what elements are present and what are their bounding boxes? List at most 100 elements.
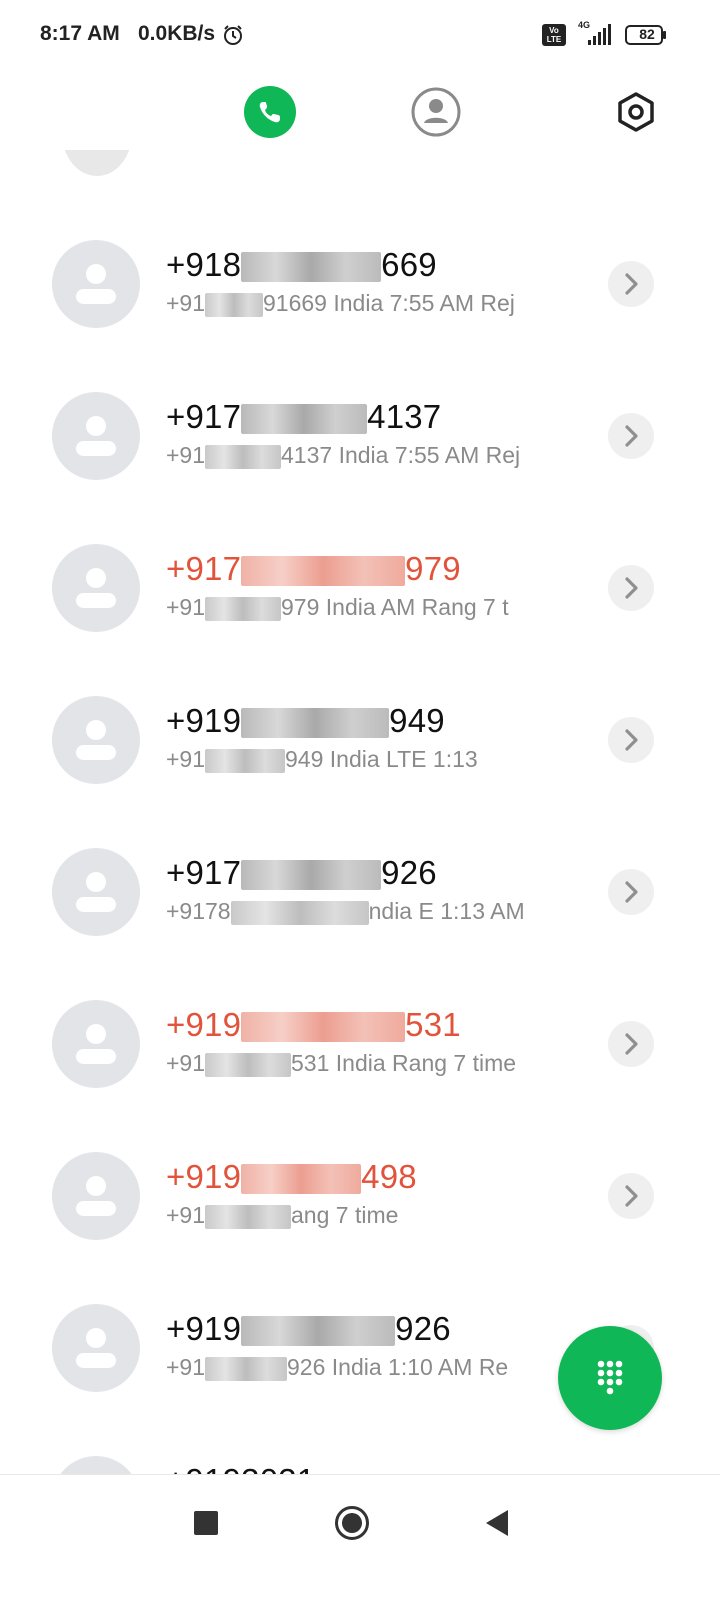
tab-settings[interactable] xyxy=(610,86,662,138)
call-detail-button[interactable] xyxy=(608,717,654,763)
caller-number: +919 949 xyxy=(166,702,445,740)
call-detail-button[interactable] xyxy=(608,261,654,307)
redacted-digits xyxy=(241,252,382,283)
caller-number-prefix: +918 xyxy=(166,246,242,283)
avatar[interactable] xyxy=(52,1304,140,1392)
recents-icon[interactable] xyxy=(194,1511,218,1535)
status-time: 8:17 AM xyxy=(40,22,120,45)
avatar[interactable] xyxy=(52,392,140,480)
volte-icon: Vo LTE xyxy=(542,24,566,46)
call-detail-button[interactable] xyxy=(608,869,654,915)
back-icon[interactable] xyxy=(484,1508,510,1538)
call-details: +91 91669 India 7:55 AM Rej xyxy=(166,290,572,317)
avatar[interactable] xyxy=(52,240,140,328)
caller-number-suffix: 926 xyxy=(395,1310,451,1347)
person-icon xyxy=(76,264,116,304)
redacted-digits xyxy=(241,1164,362,1195)
redacted-digits xyxy=(205,1052,292,1077)
gear-icon xyxy=(618,92,654,132)
battery-level: 82 xyxy=(639,26,655,42)
call-log-row[interactable]: +919 949 +91 949 India LTE 1:13 xyxy=(0,664,720,816)
avatar[interactable] xyxy=(52,1000,140,1088)
person-icon xyxy=(76,1328,116,1368)
caller-number-suffix: 531 xyxy=(405,1006,461,1043)
caller-number: +918 669 xyxy=(166,246,437,284)
call-log-row[interactable]: +919 531 +91 531 India Rang 7 time xyxy=(0,968,720,1120)
call-details-suffix: 531 India Rang 7 time xyxy=(291,1050,517,1076)
call-details-suffix: 926 India 1:10 AM Re xyxy=(287,1354,509,1380)
avatar[interactable] xyxy=(52,544,140,632)
caller-number-suffix: 979 xyxy=(405,550,461,587)
navigation-bar xyxy=(0,1474,720,1600)
redacted-digits xyxy=(241,556,406,587)
dialpad-button[interactable] xyxy=(558,1326,662,1430)
caller-number: +919 498 xyxy=(166,1158,417,1196)
avatar[interactable] xyxy=(52,1456,140,1474)
redacted-digits xyxy=(241,404,368,435)
caller-number-suffix: 926 xyxy=(381,854,437,891)
call-details: +9178 ndia E 1:13 AM xyxy=(166,898,572,925)
call-log-list[interactable]: +918 669 +91 91669 India 7:55 AM Rej +917 413… xyxy=(0,150,720,1474)
call-details-prefix: +91 xyxy=(166,1202,206,1228)
caller-number: +917 926 xyxy=(166,854,437,892)
caller-number-prefix: +919 xyxy=(166,1462,241,1474)
caller-number: +917 4137 xyxy=(166,398,441,436)
call-details-prefix: +91 xyxy=(166,594,206,620)
avatar[interactable] xyxy=(52,848,140,936)
redacted-digits xyxy=(230,900,369,925)
redacted-digits xyxy=(241,708,390,739)
person-icon xyxy=(76,720,116,760)
avatar[interactable] xyxy=(52,696,140,784)
home-icon[interactable] xyxy=(334,1505,370,1541)
redacted-digits xyxy=(205,1356,288,1381)
chevron-right-icon xyxy=(625,881,638,903)
chevron-right-icon xyxy=(625,1033,638,1055)
network-type: 4G xyxy=(578,20,590,30)
call-details: +91 531 India Rang 7 time xyxy=(166,1050,572,1077)
tab-phone[interactable] xyxy=(244,86,296,138)
caller-number: +919 926 xyxy=(166,1310,451,1348)
chevron-right-icon xyxy=(625,577,638,599)
person-icon xyxy=(76,1176,116,1216)
call-details-prefix: +91 xyxy=(166,290,206,316)
call-log-row[interactable]: +917 4137 +91 4137 India 7:55 AM Rej xyxy=(0,360,720,512)
call-details: +91 979 India AM Rang 7 t xyxy=(166,594,572,621)
caller-number: +919 531 xyxy=(166,1006,461,1044)
call-log-row[interactable]: +917 926 +9178 ndia E 1:13 AM xyxy=(0,816,720,968)
call-detail-button[interactable] xyxy=(608,1173,654,1219)
caller-number-prefix: +917 xyxy=(166,550,242,587)
avatar[interactable] xyxy=(52,1152,140,1240)
chevron-right-icon xyxy=(625,729,638,751)
chevron-right-icon xyxy=(625,425,638,447)
call-log-row[interactable]: +918 669 +91 91669 India 7:55 AM Rej xyxy=(0,208,720,360)
call-details: +91 4137 India 7:55 AM Rej xyxy=(166,442,572,469)
call-detail-button[interactable] xyxy=(608,565,654,611)
call-log-row[interactable]: +919 498 +91 ang 7 time xyxy=(0,1120,720,1272)
caller-number-prefix: +917 xyxy=(166,398,242,435)
call-details-suffix: 91669 India 7:55 AM Rej xyxy=(263,290,515,316)
caller-number-prefix: +919 xyxy=(166,1158,242,1195)
dialpad-icon xyxy=(597,1360,623,1395)
redacted-digits xyxy=(205,596,282,621)
caller-number-prefix: +919 xyxy=(166,1310,242,1347)
status-bar: 8:17 AM 0.0KB/s Vo LTE 4G 82 xyxy=(0,0,720,70)
redacted-digits xyxy=(205,444,282,469)
person-icon xyxy=(52,1456,140,1474)
call-detail-button[interactable] xyxy=(608,1021,654,1067)
call-log-row[interactable]: +9193031 xyxy=(0,1424,720,1474)
status-net-speed: 0.0KB/s xyxy=(138,22,216,45)
phone-icon xyxy=(259,102,280,123)
tab-contacts[interactable] xyxy=(410,86,462,138)
call-details-suffix: ang 7 time xyxy=(291,1202,399,1228)
call-details-suffix: 979 India AM Rang 7 t xyxy=(281,594,509,620)
chevron-right-icon xyxy=(625,1185,638,1207)
call-details-suffix: 4137 India 7:55 AM Rej xyxy=(281,442,521,468)
redacted-digits xyxy=(205,1204,292,1229)
call-details: +91 ang 7 time xyxy=(166,1202,572,1229)
redacted-digits xyxy=(241,1012,406,1043)
redacted-digits xyxy=(205,748,286,773)
call-detail-button[interactable] xyxy=(608,413,654,459)
person-icon xyxy=(76,1024,116,1064)
caller-number-prefix: +919 xyxy=(166,1006,242,1043)
call-log-row[interactable]: +917 979 +91 979 India AM Rang 7 t xyxy=(0,512,720,664)
